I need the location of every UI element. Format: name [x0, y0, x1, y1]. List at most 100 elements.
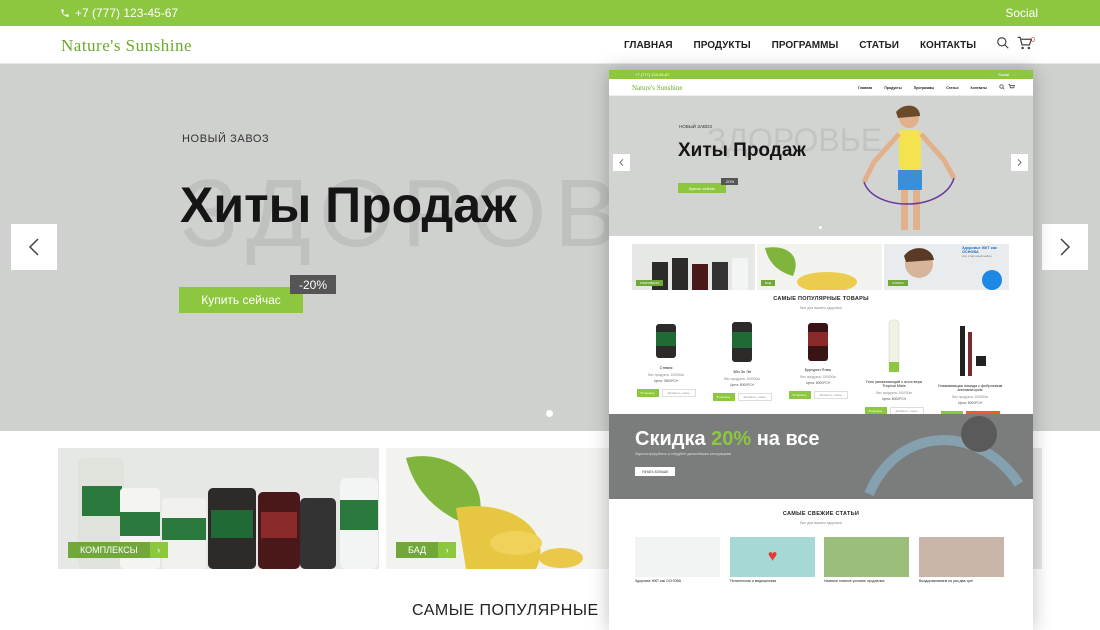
preview-product-card: Стевия Вес продукта: 100000м Цена: 3500Р…: [631, 318, 701, 397]
preview-nav: Главная Продукты Программы Статьи Контак…: [858, 86, 987, 90]
product-weight: Вес продукта: 100000м: [800, 375, 836, 379]
article-image: [635, 537, 720, 577]
preview-article-card: Выздоравливаем на раз-два-три!: [919, 537, 1004, 583]
chevron-left-icon: [28, 238, 39, 256]
article-image: [824, 537, 909, 577]
preview-discount-badge: -20%: [721, 178, 738, 185]
add-to-cart-button: В корзину: [712, 393, 735, 401]
product-weight: Вес продукта: 100000м: [952, 395, 988, 399]
preview-nav-item: Статьи: [946, 86, 959, 90]
phone-contact[interactable]: +7 (777) 123-45-67: [60, 6, 178, 20]
preview-promo-subtext: или стартовый набор: [962, 254, 992, 258]
nav-item-programs[interactable]: ПРОГРАММЫ: [772, 40, 839, 51]
preview-nav-item: Главная: [858, 86, 873, 90]
product-name: Ухаживающая помада с фиброевым аппликато…: [937, 384, 1003, 392]
preview-top-bar: +7 (777) 123-45-67 Social: [609, 70, 1033, 79]
promo-banner-supplements[interactable]: БАД ›: [386, 448, 610, 569]
chevron-right-icon: [1060, 238, 1071, 256]
nav-item-products[interactable]: ПРОДУКТЫ: [694, 40, 751, 51]
athlete-image: [861, 105, 957, 230]
preview-promo-label: КОМПЛЕКСЫ: [636, 280, 664, 286]
product-name: Бургурин Плюс: [804, 368, 832, 372]
buy-now-button[interactable]: Купить сейчас: [179, 287, 303, 313]
preview-buy-button: Купить сейчас: [678, 183, 726, 193]
slider-dot[interactable]: [546, 410, 553, 417]
preview-nav-item: Продукты: [884, 86, 902, 90]
section-title-popular: САМЫЕ ПОПУЛЯРНЫЕ: [412, 602, 599, 619]
page-preview: +7 (777) 123-45-67 Social Nature's Sunsh…: [609, 70, 1033, 630]
chevron-left-icon: [619, 159, 624, 166]
hero-eyebrow: НОВЫЙ ЗАВОЗ: [182, 133, 270, 145]
preview-sale-title: Скидка 20% на все: [635, 428, 820, 451]
sale-title-suffix: на все: [751, 428, 820, 450]
sale-title-accent: 20%: [711, 428, 752, 450]
add-to-cart-button: В корзину: [788, 391, 811, 399]
promo-tag-complexes[interactable]: КОМПЛЕКСЫ ›: [68, 542, 168, 558]
preview-promo-label: БАД: [761, 280, 776, 286]
product-image: [808, 323, 828, 361]
preview-social: Social: [998, 72, 1009, 77]
sale-title-prefix: Скидка: [635, 428, 712, 450]
product-weight: Вес продукта: 100000м: [876, 391, 912, 395]
top-bar: +7 (777) 123-45-67 Social: [0, 0, 1100, 26]
preview-product-card: Ухаживающая помада с фиброевым аппликато…: [935, 318, 1005, 419]
preview-product-card: Гель увлажняющий с алоэ вера Tropical Mi…: [859, 318, 929, 415]
hero-title: Хиты Продаж: [180, 177, 517, 233]
cart-icon: [1008, 84, 1016, 92]
add-to-cart-button: В корзину: [636, 389, 659, 397]
article-caption: Питательная и медицинская: [730, 579, 777, 583]
chevron-right-icon: ›: [149, 542, 168, 558]
article-caption: Выздоравливаем на раз-два-три!: [919, 579, 974, 583]
preview-product-card: Бургурин Плюс Вес продукта: 100000м Цена…: [783, 318, 853, 399]
chevron-right-icon: ›: [438, 542, 457, 558]
preview-nav-item: Программы: [913, 86, 935, 90]
heart-icon: ♥: [730, 537, 815, 577]
preview-popular-products: САМЫЕ ПОПУЛЯРНЫЕ ТОВАРЫ Все для вашего з…: [609, 294, 1033, 419]
nav-item-contacts[interactable]: КОНТАКТЫ: [920, 40, 976, 51]
phone-icon: [61, 9, 69, 17]
product-price: Цена: 8000РСН: [729, 383, 755, 387]
product-image: [960, 326, 986, 376]
preview-header: Nature's Sunshine Главная Продукты Прогр…: [609, 79, 1033, 96]
preview-sale-banner: Скидка 20% на все Зарегистрируйтесь и сл…: [609, 414, 1033, 499]
preview-promo-articles: Здоровье ЖКТ как ОСНОВА или стартовый на…: [884, 244, 1009, 290]
nav-item-articles[interactable]: СТАТЬИ: [859, 40, 899, 51]
phone-number: +7 (777) 123-45-67: [75, 6, 179, 20]
preview-product-card: Эйч Эс Эн Вес продукта: 100000м Цена: 80…: [707, 318, 777, 401]
preview-hero-title: Хиты Продаж: [678, 140, 806, 161]
product-weight: Вес продукта: 100000м: [724, 377, 760, 381]
logo[interactable]: Nature's Sunshine: [61, 36, 192, 56]
preview-popular-title: САМЫЕ ПОПУЛЯРНЫЕ ТОВАРЫ: [773, 296, 869, 302]
promo-label: БАД: [396, 542, 439, 558]
chevron-right-icon: [1017, 159, 1022, 166]
preview-articles-subtitle: Все для вашего здоровья: [800, 521, 842, 525]
product-price: Цена: 3500РСН: [653, 379, 679, 383]
preview-hero-eyebrow: НОВЫЙ ЗАВОЗ: [679, 124, 713, 129]
promo-tag-supplements[interactable]: БАД ›: [396, 542, 457, 558]
secondary-button: Добавить товар: [661, 389, 696, 397]
social-link[interactable]: Social: [1005, 6, 1038, 20]
product-name: Стевия: [659, 366, 673, 370]
measuring-tape-image: [864, 416, 1024, 497]
slider-next-button[interactable]: [1042, 224, 1088, 270]
preview-sale-subtext: Зарегистрируйтесь и следуйте дальнейшим …: [635, 452, 731, 456]
preview-hero: ЗДОРОВЬЕ НОВЫЙ ЗАВОЗ Хиты Продаж Купить …: [609, 96, 1033, 236]
preview-promo-headline: Здоровье ЖКТ как ОСНОВА: [962, 246, 997, 254]
search-icon[interactable]: [996, 36, 1010, 55]
product-price: Цена: 8000РСН: [957, 401, 983, 405]
product-weight: Вес продукта: 100000м: [648, 373, 684, 377]
product-price: Цена: 8000РСН: [805, 381, 831, 385]
nav-item-home[interactable]: ГЛАВНАЯ: [624, 40, 673, 51]
preview-phone: +7 (777) 123-45-67: [635, 72, 670, 77]
search-icon: [999, 84, 1005, 92]
main-nav: ГЛАВНАЯ ПРОДУКТЫ ПРОГРАММЫ СТАТЬИ КОНТАК…: [624, 40, 976, 51]
cart-icon[interactable]: [1017, 36, 1033, 55]
preview-nav-item: Контакты: [970, 86, 987, 90]
slider-prev-button[interactable]: [11, 224, 57, 270]
preview-promos: КОМПЛЕКСЫ БАД Здоровье ЖКТ как ОСНОВА ил…: [609, 236, 1033, 294]
secondary-button: Добавить товар: [813, 391, 848, 399]
promo-banner-complexes[interactable]: КОМПЛЕКСЫ ›: [58, 448, 379, 569]
preview-sale-button: УЗНАТЬ БОЛЬШЕ: [635, 467, 675, 476]
preview-logo: Nature's Sunshine: [632, 84, 683, 92]
discount-badge: -20%: [290, 275, 336, 294]
